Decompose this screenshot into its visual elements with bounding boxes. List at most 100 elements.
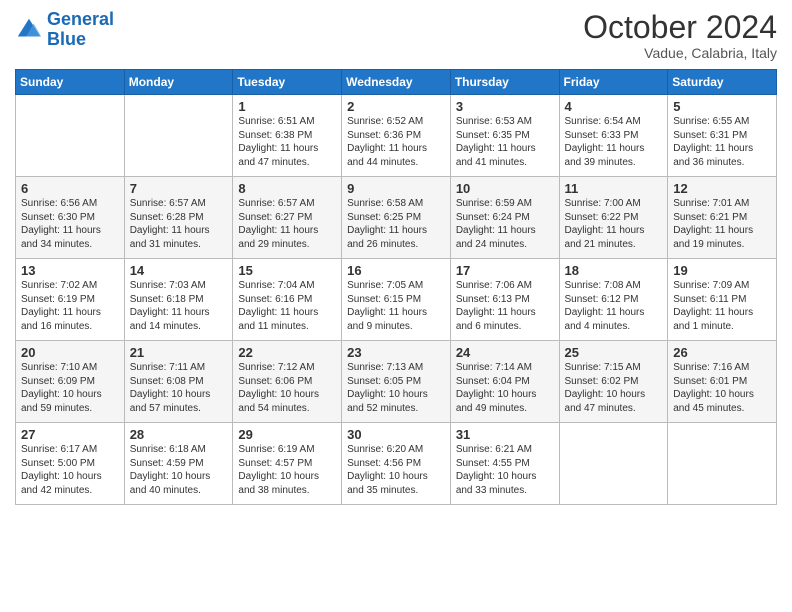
day-info: Sunrise: 7:09 AM Sunset: 6:11 PM Dayligh…	[673, 279, 771, 333]
day-number: 18	[565, 263, 663, 278]
day-info: Sunrise: 7:14 AM Sunset: 6:04 PM Dayligh…	[456, 361, 554, 415]
calendar-cell: 20Sunrise: 7:10 AM Sunset: 6:09 PM Dayli…	[16, 341, 125, 423]
day-info: Sunrise: 7:00 AM Sunset: 6:22 PM Dayligh…	[565, 197, 663, 251]
month-title: October 2024	[583, 10, 777, 45]
calendar-cell: 13Sunrise: 7:02 AM Sunset: 6:19 PM Dayli…	[16, 259, 125, 341]
weekday-header-tuesday: Tuesday	[233, 70, 342, 95]
day-number: 16	[347, 263, 445, 278]
calendar-cell: 5Sunrise: 6:55 AM Sunset: 6:31 PM Daylig…	[668, 95, 777, 177]
day-info: Sunrise: 7:06 AM Sunset: 6:13 PM Dayligh…	[456, 279, 554, 333]
day-info: Sunrise: 6:17 AM Sunset: 5:00 PM Dayligh…	[21, 443, 119, 497]
day-number: 5	[673, 99, 771, 114]
calendar-cell: 12Sunrise: 7:01 AM Sunset: 6:21 PM Dayli…	[668, 177, 777, 259]
day-number: 25	[565, 345, 663, 360]
calendar-cell: 15Sunrise: 7:04 AM Sunset: 6:16 PM Dayli…	[233, 259, 342, 341]
calendar-cell	[124, 95, 233, 177]
weekday-header-thursday: Thursday	[450, 70, 559, 95]
day-info: Sunrise: 7:02 AM Sunset: 6:19 PM Dayligh…	[21, 279, 119, 333]
calendar-cell: 4Sunrise: 6:54 AM Sunset: 6:33 PM Daylig…	[559, 95, 668, 177]
day-number: 12	[673, 181, 771, 196]
day-number: 4	[565, 99, 663, 114]
title-block: October 2024 Vadue, Calabria, Italy	[583, 10, 777, 61]
logo-text: General Blue	[47, 10, 114, 50]
day-number: 8	[238, 181, 336, 196]
day-number: 2	[347, 99, 445, 114]
day-info: Sunrise: 6:55 AM Sunset: 6:31 PM Dayligh…	[673, 115, 771, 169]
day-info: Sunrise: 6:51 AM Sunset: 6:38 PM Dayligh…	[238, 115, 336, 169]
calendar-week-row: 13Sunrise: 7:02 AM Sunset: 6:19 PM Dayli…	[16, 259, 777, 341]
calendar-cell	[16, 95, 125, 177]
header: General Blue October 2024 Vadue, Calabri…	[15, 10, 777, 61]
day-info: Sunrise: 7:11 AM Sunset: 6:08 PM Dayligh…	[130, 361, 228, 415]
calendar-cell: 17Sunrise: 7:06 AM Sunset: 6:13 PM Dayli…	[450, 259, 559, 341]
day-number: 13	[21, 263, 119, 278]
weekday-header-monday: Monday	[124, 70, 233, 95]
calendar-cell	[559, 423, 668, 505]
day-number: 6	[21, 181, 119, 196]
day-info: Sunrise: 7:16 AM Sunset: 6:01 PM Dayligh…	[673, 361, 771, 415]
calendar-cell: 1Sunrise: 6:51 AM Sunset: 6:38 PM Daylig…	[233, 95, 342, 177]
location-subtitle: Vadue, Calabria, Italy	[583, 45, 777, 61]
day-info: Sunrise: 7:03 AM Sunset: 6:18 PM Dayligh…	[130, 279, 228, 333]
calendar-week-row: 27Sunrise: 6:17 AM Sunset: 5:00 PM Dayli…	[16, 423, 777, 505]
calendar-cell	[668, 423, 777, 505]
day-info: Sunrise: 7:12 AM Sunset: 6:06 PM Dayligh…	[238, 361, 336, 415]
calendar-cell: 19Sunrise: 7:09 AM Sunset: 6:11 PM Dayli…	[668, 259, 777, 341]
day-info: Sunrise: 6:18 AM Sunset: 4:59 PM Dayligh…	[130, 443, 228, 497]
weekday-header-row: SundayMondayTuesdayWednesdayThursdayFrid…	[16, 70, 777, 95]
day-number: 9	[347, 181, 445, 196]
calendar-table: SundayMondayTuesdayWednesdayThursdayFrid…	[15, 69, 777, 505]
calendar-week-row: 1Sunrise: 6:51 AM Sunset: 6:38 PM Daylig…	[16, 95, 777, 177]
calendar-cell: 2Sunrise: 6:52 AM Sunset: 6:36 PM Daylig…	[342, 95, 451, 177]
day-number: 10	[456, 181, 554, 196]
calendar-cell: 9Sunrise: 6:58 AM Sunset: 6:25 PM Daylig…	[342, 177, 451, 259]
day-info: Sunrise: 6:21 AM Sunset: 4:55 PM Dayligh…	[456, 443, 554, 497]
calendar-cell: 14Sunrise: 7:03 AM Sunset: 6:18 PM Dayli…	[124, 259, 233, 341]
day-info: Sunrise: 6:58 AM Sunset: 6:25 PM Dayligh…	[347, 197, 445, 251]
day-number: 24	[456, 345, 554, 360]
day-number: 11	[565, 181, 663, 196]
day-info: Sunrise: 7:05 AM Sunset: 6:15 PM Dayligh…	[347, 279, 445, 333]
weekday-header-sunday: Sunday	[16, 70, 125, 95]
page: General Blue October 2024 Vadue, Calabri…	[0, 0, 792, 612]
day-number: 15	[238, 263, 336, 278]
calendar-cell: 23Sunrise: 7:13 AM Sunset: 6:05 PM Dayli…	[342, 341, 451, 423]
calendar-cell: 25Sunrise: 7:15 AM Sunset: 6:02 PM Dayli…	[559, 341, 668, 423]
day-info: Sunrise: 6:57 AM Sunset: 6:28 PM Dayligh…	[130, 197, 228, 251]
calendar-week-row: 6Sunrise: 6:56 AM Sunset: 6:30 PM Daylig…	[16, 177, 777, 259]
day-info: Sunrise: 7:13 AM Sunset: 6:05 PM Dayligh…	[347, 361, 445, 415]
weekday-header-saturday: Saturday	[668, 70, 777, 95]
day-info: Sunrise: 7:08 AM Sunset: 6:12 PM Dayligh…	[565, 279, 663, 333]
calendar-week-row: 20Sunrise: 7:10 AM Sunset: 6:09 PM Dayli…	[16, 341, 777, 423]
day-info: Sunrise: 6:54 AM Sunset: 6:33 PM Dayligh…	[565, 115, 663, 169]
calendar-cell: 27Sunrise: 6:17 AM Sunset: 5:00 PM Dayli…	[16, 423, 125, 505]
day-info: Sunrise: 7:04 AM Sunset: 6:16 PM Dayligh…	[238, 279, 336, 333]
day-info: Sunrise: 7:15 AM Sunset: 6:02 PM Dayligh…	[565, 361, 663, 415]
calendar-cell: 21Sunrise: 7:11 AM Sunset: 6:08 PM Dayli…	[124, 341, 233, 423]
calendar-cell: 30Sunrise: 6:20 AM Sunset: 4:56 PM Dayli…	[342, 423, 451, 505]
day-info: Sunrise: 6:53 AM Sunset: 6:35 PM Dayligh…	[456, 115, 554, 169]
day-number: 21	[130, 345, 228, 360]
day-number: 30	[347, 427, 445, 442]
day-info: Sunrise: 7:10 AM Sunset: 6:09 PM Dayligh…	[21, 361, 119, 415]
day-number: 17	[456, 263, 554, 278]
day-number: 7	[130, 181, 228, 196]
logo: General Blue	[15, 10, 114, 50]
calendar-cell: 26Sunrise: 7:16 AM Sunset: 6:01 PM Dayli…	[668, 341, 777, 423]
calendar-cell: 28Sunrise: 6:18 AM Sunset: 4:59 PM Dayli…	[124, 423, 233, 505]
day-number: 23	[347, 345, 445, 360]
weekday-header-wednesday: Wednesday	[342, 70, 451, 95]
day-number: 27	[21, 427, 119, 442]
day-info: Sunrise: 7:01 AM Sunset: 6:21 PM Dayligh…	[673, 197, 771, 251]
day-number: 20	[21, 345, 119, 360]
day-info: Sunrise: 6:20 AM Sunset: 4:56 PM Dayligh…	[347, 443, 445, 497]
calendar-cell: 8Sunrise: 6:57 AM Sunset: 6:27 PM Daylig…	[233, 177, 342, 259]
calendar-cell: 18Sunrise: 7:08 AM Sunset: 6:12 PM Dayli…	[559, 259, 668, 341]
calendar-cell: 11Sunrise: 7:00 AM Sunset: 6:22 PM Dayli…	[559, 177, 668, 259]
day-number: 31	[456, 427, 554, 442]
calendar-cell: 22Sunrise: 7:12 AM Sunset: 6:06 PM Dayli…	[233, 341, 342, 423]
day-info: Sunrise: 6:59 AM Sunset: 6:24 PM Dayligh…	[456, 197, 554, 251]
calendar-cell: 16Sunrise: 7:05 AM Sunset: 6:15 PM Dayli…	[342, 259, 451, 341]
day-info: Sunrise: 6:19 AM Sunset: 4:57 PM Dayligh…	[238, 443, 336, 497]
calendar-cell: 10Sunrise: 6:59 AM Sunset: 6:24 PM Dayli…	[450, 177, 559, 259]
